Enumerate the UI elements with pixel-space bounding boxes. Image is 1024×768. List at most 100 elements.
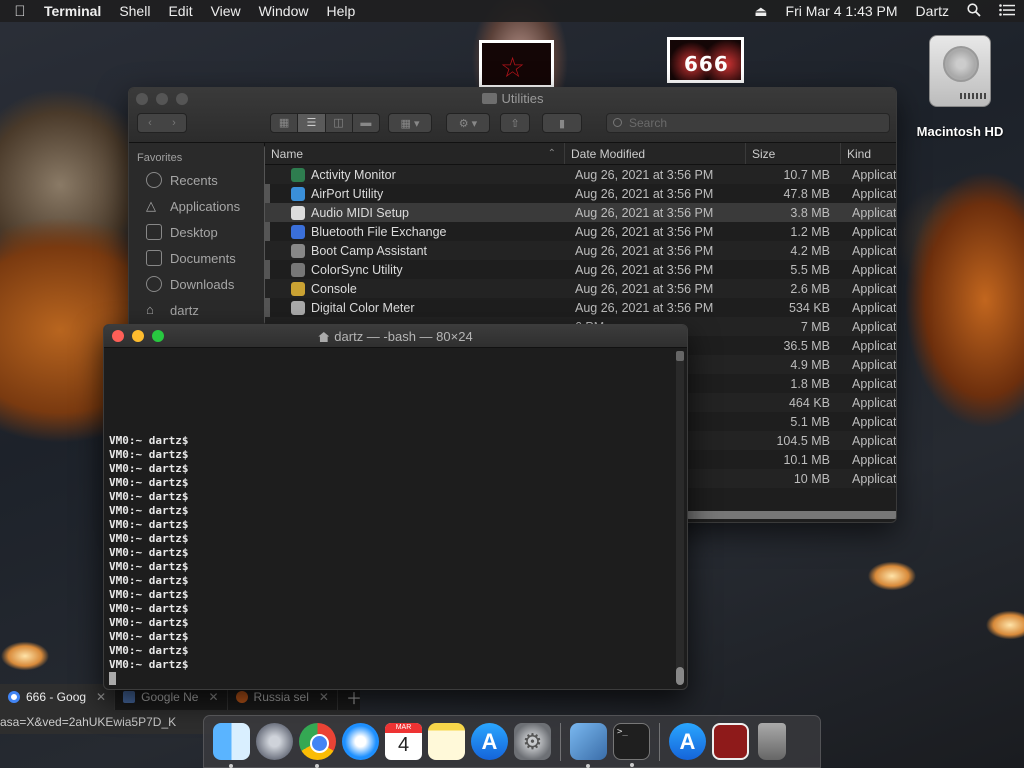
- home-icon: [318, 332, 330, 342]
- sidebar-item-applications[interactable]: △ Applications: [129, 193, 264, 219]
- google-news-icon: [123, 691, 136, 703]
- terminal-icon[interactable]: >_: [613, 723, 650, 767]
- desktop-image-thumbnail[interactable]: ☆: [479, 40, 554, 88]
- share-button[interactable]: ⇧: [500, 113, 530, 133]
- desktop-icon: [146, 224, 162, 240]
- app-store-icon[interactable]: A: [471, 723, 508, 760]
- list-view-icon[interactable]: ☰: [298, 114, 326, 132]
- terminal-line: VM0:~ dartz$: [109, 574, 189, 587]
- action-button[interactable]: ⚙ ▾: [446, 113, 490, 133]
- file-name: Digital Color Meter: [311, 300, 415, 315]
- tag-button[interactable]: ▮: [542, 113, 582, 133]
- macintosh-hd-drive-icon[interactable]: [925, 33, 995, 109]
- cell-size: 464 KB: [788, 395, 830, 410]
- menu-help[interactable]: Help: [317, 3, 364, 19]
- table-row[interactable]: Activity Monitor Aug 26, 2021 at 3:56 PM 1…: [265, 165, 896, 184]
- file-name: AirPort Utility: [311, 186, 384, 201]
- image-icon[interactable]: [712, 723, 749, 760]
- sidebar-item-desktop[interactable]: Desktop: [129, 219, 264, 245]
- terminal-scroll-thumb[interactable]: [676, 667, 684, 685]
- table-row[interactable]: Bluetooth File Exchange Aug 26, 2021 at 3…: [265, 222, 896, 241]
- bluetooth-icon: [291, 224, 305, 239]
- column-view-icon[interactable]: ◫: [326, 114, 353, 132]
- menu-shell[interactable]: Shell: [110, 3, 159, 19]
- chrome-icon[interactable]: [299, 723, 336, 768]
- terminal-scrollbar[interactable]: [676, 351, 684, 685]
- notes-icon[interactable]: [428, 723, 465, 760]
- cell-kind: Applicat: [852, 205, 896, 220]
- finder-titlebar[interactable]: Utilities ‹ › ▦ ☰ ◫ ▬ ▦ ▾ ⚙ ▾ ⇧ ▮ Search: [129, 88, 896, 143]
- browser-tab[interactable]: 666 - Goog ✕: [0, 684, 116, 710]
- cell-kind: Applicat: [852, 338, 896, 353]
- launchpad-icon[interactable]: [256, 723, 293, 760]
- table-row[interactable]: Console Aug 26, 2021 at 3:56 PM 2.6 MB Appl…: [265, 279, 896, 298]
- file-name: ColorSync Utility: [311, 262, 403, 277]
- trash-icon[interactable]: [758, 723, 786, 760]
- terminal-output[interactable]: VM0:~ dartz$ VM0:~ dartz$ VM0:~ dartz$ VM0:…: [104, 348, 687, 689]
- desktop-image-666-thumbnail[interactable]: 666: [667, 37, 744, 83]
- back-forward-buttons[interactable]: ‹ ›: [137, 113, 187, 133]
- table-row[interactable]: AirPort Utility Aug 26, 2021 at 3:56 PM 47…: [265, 184, 896, 203]
- sidebar-item-label: Documents: [170, 250, 236, 266]
- calendar-icon[interactable]: 4: [385, 723, 422, 760]
- close-tab-icon[interactable]: ✕: [319, 690, 329, 704]
- cell-name: Digital Color Meter: [265, 300, 565, 315]
- terminal-window[interactable]: dartz — -bash — 80×24 VM0:~ dartz$ VM0:~ …: [103, 324, 688, 690]
- cell-name: Boot Camp Assistant: [265, 243, 565, 258]
- finder-icon[interactable]: [213, 723, 250, 768]
- cell-size: 5.1 MB: [790, 414, 830, 429]
- view-mode-switcher[interactable]: ▦ ☰ ◫ ▬: [270, 113, 380, 133]
- cell-size: 10.7 MB: [783, 167, 830, 182]
- column-header-size[interactable]: Size: [746, 143, 841, 164]
- horizontal-scrollbar[interactable]: [685, 511, 896, 519]
- menubar-user[interactable]: Dartz: [907, 3, 958, 19]
- dock: 4 A ⚙ >_ A: [203, 715, 821, 768]
- terminal-titlebar[interactable]: dartz — -bash — 80×24: [104, 325, 687, 348]
- notification-center-icon[interactable]: [990, 3, 1024, 19]
- finder-search-field[interactable]: Search: [606, 113, 890, 133]
- sidebar-item-documents[interactable]: Documents: [129, 245, 264, 271]
- close-tab-icon[interactable]: ✕: [96, 690, 106, 704]
- sidebar-item-recents[interactable]: Recents: [129, 167, 264, 193]
- menu-edit[interactable]: Edit: [159, 3, 201, 19]
- terminal-line: VM0:~ dartz$: [109, 560, 189, 573]
- drive-label[interactable]: Macintosh HD: [900, 124, 1020, 139]
- forward-arrow-icon[interactable]: ›: [162, 117, 186, 129]
- table-row[interactable]: Digital Color Meter Aug 26, 2021 at 3:56 …: [265, 298, 896, 317]
- cell-date: Aug 26, 2021 at 3:56 PM: [575, 186, 714, 201]
- system-preferences-icon[interactable]: ⚙: [514, 723, 551, 760]
- cell-kind: Applicat: [852, 471, 896, 486]
- boot-camp-icon: [291, 243, 305, 258]
- table-row[interactable]: Boot Camp Assistant Aug 26, 2021 at 3:56 …: [265, 241, 896, 260]
- menu-app-name[interactable]: Terminal: [40, 3, 110, 19]
- gallery-view-icon[interactable]: ▬: [353, 114, 379, 132]
- menu-window[interactable]: Window: [250, 3, 318, 19]
- column-header-kind[interactable]: Kind: [841, 143, 896, 164]
- cell-kind: Applicat: [852, 224, 896, 239]
- menubar-clock[interactable]: Fri Mar 4 1:43 PM: [777, 3, 907, 19]
- group-by-button[interactable]: ▦ ▾: [388, 113, 432, 133]
- preview-icon[interactable]: [570, 723, 607, 768]
- eject-icon[interactable]: ⏏: [745, 3, 776, 20]
- column-header-name[interactable]: Name ⌃: [265, 143, 565, 164]
- terminal-line: VM0:~ dartz$: [109, 476, 189, 489]
- file-name: Bluetooth File Exchange: [311, 224, 447, 239]
- sidebar-item-home[interactable]: ⌂ dartz: [129, 297, 264, 323]
- sidebar-section-favorites: Favorites: [137, 152, 183, 164]
- sidebar-item-downloads[interactable]: Downloads: [129, 271, 264, 297]
- column-header-date[interactable]: Date Modified: [565, 143, 746, 164]
- apple-menu-icon[interactable]: : [0, 3, 40, 20]
- spotlight-icon[interactable]: [958, 2, 990, 20]
- safari-icon[interactable]: [342, 723, 379, 760]
- app-store-downloads-icon[interactable]: A: [669, 723, 706, 760]
- cell-name: Console: [265, 281, 565, 296]
- back-arrow-icon[interactable]: ‹: [138, 117, 162, 129]
- terminal-line: VM0:~ dartz$: [109, 504, 189, 517]
- close-tab-icon[interactable]: ✕: [208, 690, 218, 704]
- table-row[interactable]: Audio MIDI Setup Aug 26, 2021 at 3:56 PM 3…: [265, 203, 896, 222]
- sidebar-item-label: Applications: [170, 198, 241, 214]
- cell-name: ColorSync Utility: [265, 262, 565, 277]
- icon-view-icon[interactable]: ▦: [271, 114, 299, 132]
- table-row[interactable]: ColorSync Utility Aug 26, 2021 at 3:56 PM…: [265, 260, 896, 279]
- menu-view[interactable]: View: [202, 3, 250, 19]
